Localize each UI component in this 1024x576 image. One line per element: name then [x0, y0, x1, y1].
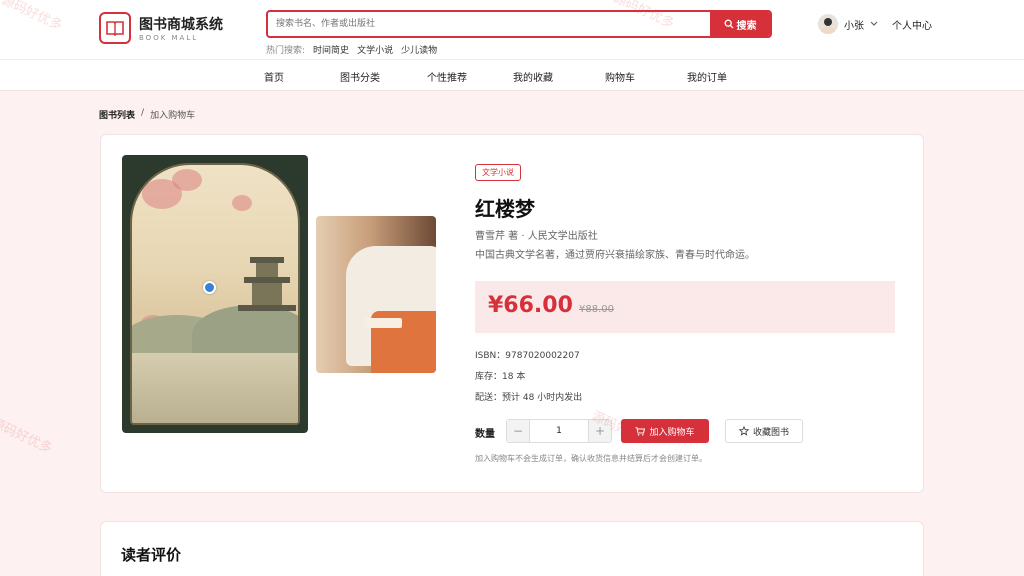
- stock: 库存：18 本: [475, 372, 526, 382]
- product-card: 文学小说 红楼梦 曹雪芹 著 · 人民文学出版社 中国古典文学名著，通过贾府兴衰…: [100, 134, 924, 493]
- hot-label: 热门搜索:: [266, 46, 306, 56]
- search-icon: [724, 19, 733, 29]
- watermark: 源码好优多: [0, 415, 55, 457]
- brand-subtitle: BOOK MALL: [139, 34, 199, 42]
- breadcrumb: 图书列表 / 加入购物车: [99, 108, 195, 121]
- delivery: 配送：预计 48 小时内发出: [475, 393, 583, 403]
- decrement-button[interactable]: −: [507, 420, 529, 442]
- nav-item-recommend[interactable]: 个性推荐: [427, 69, 467, 84]
- book-lifestyle-image[interactable]: [316, 216, 436, 373]
- cart-hint: 加入购物车不会生成订单，确认收货信息并结算后才会创建订单。: [475, 454, 707, 463]
- book-cover-image[interactable]: [122, 155, 308, 433]
- main-nav: 首页 图书分类 个性推荐 我的收藏 购物车 我的订单: [0, 60, 1024, 91]
- nav-item-favorites[interactable]: 我的收藏: [513, 69, 553, 84]
- cursor-marker: [203, 281, 216, 294]
- increment-button[interactable]: +: [589, 420, 611, 442]
- avatar[interactable]: [818, 14, 838, 34]
- breadcrumb-root[interactable]: 图书列表: [99, 108, 135, 121]
- quantity-label: 数量: [475, 429, 495, 440]
- book-description: 中国古典文学名著，通过贾府兴衰描绘家族、青春与时代命运。: [475, 250, 755, 261]
- hot-tag[interactable]: 时间简史: [313, 43, 349, 56]
- nav-item-home[interactable]: 首页: [264, 69, 284, 84]
- add-to-cart-label: 加入购物车: [649, 427, 695, 438]
- star-icon: [738, 426, 749, 436]
- search-button[interactable]: 搜索: [710, 12, 770, 36]
- original-price: ¥88.00: [579, 304, 614, 315]
- nav-item-cart[interactable]: 购物车: [605, 69, 635, 84]
- user-center-link[interactable]: 个人中心: [892, 17, 932, 32]
- favorite-label: 收藏图书: [752, 427, 789, 438]
- breadcrumb-separator: /: [141, 108, 145, 118]
- quantity-stepper: − 1 +: [506, 419, 612, 443]
- header: 图书商城系统 BOOK MALL 搜索 热门搜索: 时间简史 文学小说 少儿读物…: [0, 0, 1024, 60]
- add-to-cart-button[interactable]: 加入购物车: [621, 419, 709, 443]
- book-title: 红楼梦: [475, 197, 535, 221]
- logo-icon[interactable]: [99, 12, 131, 44]
- brand-title[interactable]: 图书商城系统: [139, 14, 223, 34]
- search-button-label: 搜索: [736, 20, 757, 32]
- search-input[interactable]: [276, 15, 706, 33]
- book-author: 曹雪芹 著 · 人民文学出版社: [475, 231, 598, 242]
- hot-searches: 热门搜索: 时间简史 文学小说 少儿读物: [266, 43, 437, 56]
- breadcrumb-current: 加入购物车: [150, 111, 196, 121]
- reviews-title: 读者评价: [121, 546, 182, 564]
- quantity-input[interactable]: 1: [529, 420, 589, 442]
- search-bar: 搜索: [266, 10, 772, 38]
- isbn: ISBN：9787020002207: [475, 351, 580, 361]
- chevron-down-icon[interactable]: [870, 21, 878, 27]
- hot-tag[interactable]: 文学小说: [357, 43, 393, 56]
- category-badge[interactable]: 文学小说: [475, 164, 521, 181]
- username[interactable]: 小张: [844, 17, 864, 32]
- cart-icon: [635, 426, 646, 436]
- current-price: ¥66.00: [488, 293, 573, 318]
- favorite-button[interactable]: 收藏图书: [725, 419, 803, 443]
- nav-item-orders[interactable]: 我的订单: [687, 69, 727, 84]
- hot-tag[interactable]: 少儿读物: [401, 43, 437, 56]
- reviews-section: 读者评价: [100, 521, 924, 576]
- nav-item-categories[interactable]: 图书分类: [340, 69, 380, 84]
- user-menu[interactable]: 小张 个人中心: [818, 14, 932, 34]
- price-panel: ¥66.00 ¥88.00: [475, 281, 895, 333]
